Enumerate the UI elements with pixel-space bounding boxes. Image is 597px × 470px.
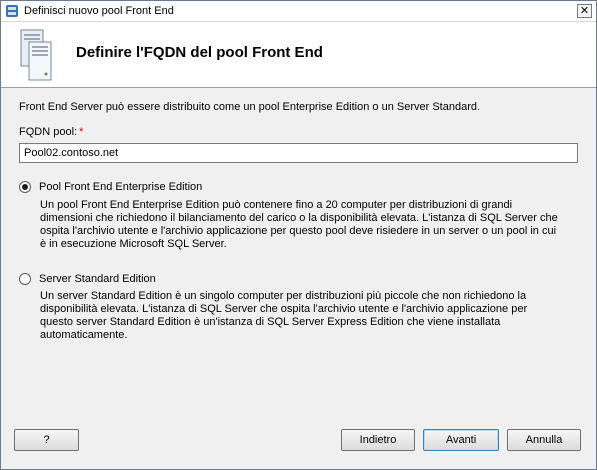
server-stack-icon xyxy=(19,28,53,84)
wizard-content: Front End Server può essere distribuito … xyxy=(1,89,596,419)
page-title: Definire l'FQDN del pool Front End xyxy=(76,44,323,61)
fqdn-label: FQDN pool: * xyxy=(19,126,83,138)
back-button[interactable]: Indietro xyxy=(341,429,415,451)
app-icon xyxy=(5,4,19,18)
button-bar: ? Indietro Avanti Annulla xyxy=(1,419,596,469)
cancel-button[interactable]: Annulla xyxy=(507,429,581,451)
help-button[interactable]: ? xyxy=(14,429,79,451)
fqdn-input[interactable] xyxy=(19,143,578,163)
fqdn-label-text: FQDN pool: xyxy=(19,126,78,138)
dialog-window: Definisci nuovo pool Front End ✕ Definir… xyxy=(0,0,597,470)
required-marker: * xyxy=(79,126,84,138)
next-button[interactable]: Avanti xyxy=(423,429,499,451)
radio-enterprise-edition[interactable]: Pool Front End Enterprise Edition xyxy=(19,181,202,193)
radio-button-enterprise[interactable] xyxy=(19,181,31,193)
radio-standard-edition[interactable]: Server Standard Edition xyxy=(19,273,156,285)
radio-button-standard[interactable] xyxy=(19,273,31,285)
title-bar: Definisci nuovo pool Front End ✕ xyxy=(1,1,596,22)
intro-text: Front End Server può essere distribuito … xyxy=(19,101,481,113)
radio-label-enterprise[interactable]: Pool Front End Enterprise Edition xyxy=(39,181,202,193)
wizard-header: Definire l'FQDN del pool Front End xyxy=(1,22,596,88)
window-title: Definisci nuovo pool Front End xyxy=(24,5,174,17)
close-icon: ✕ xyxy=(579,4,590,17)
standard-description: Un server Standard Edition è un singolo … xyxy=(40,290,528,341)
close-button[interactable]: ✕ xyxy=(577,4,592,18)
radio-label-standard[interactable]: Server Standard Edition xyxy=(39,273,156,285)
enterprise-description: Un pool Front End Enterprise Edition può… xyxy=(40,199,558,250)
